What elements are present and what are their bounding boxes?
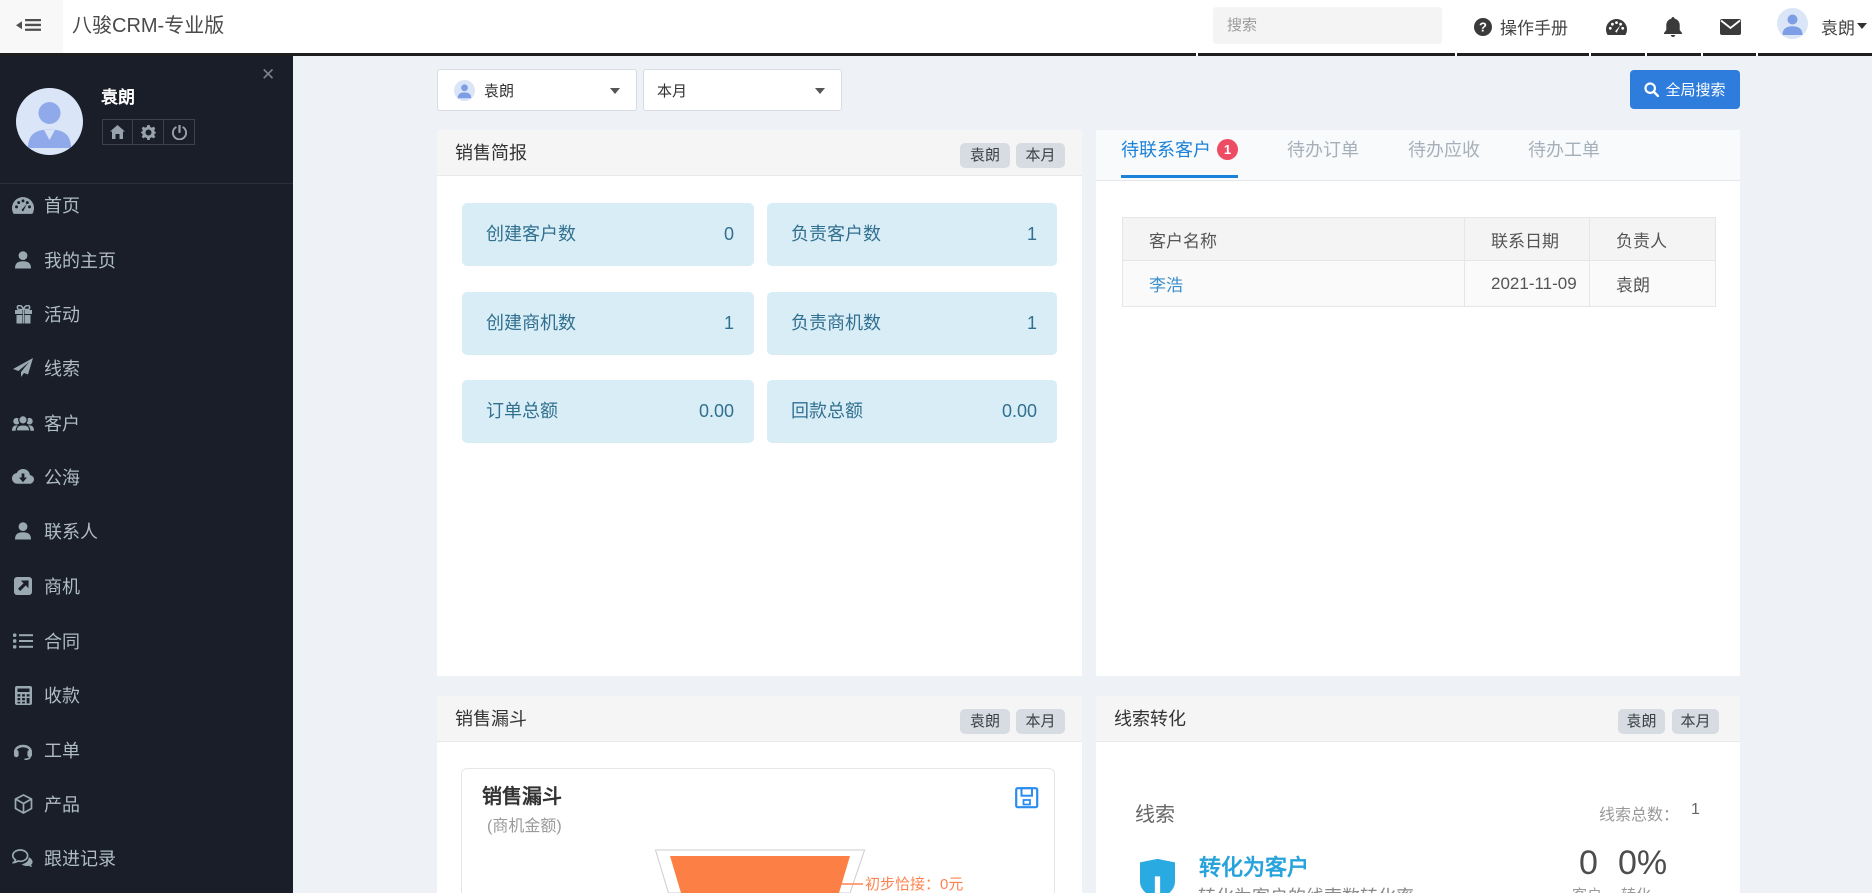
svg-text:?: ? [1479, 19, 1487, 34]
